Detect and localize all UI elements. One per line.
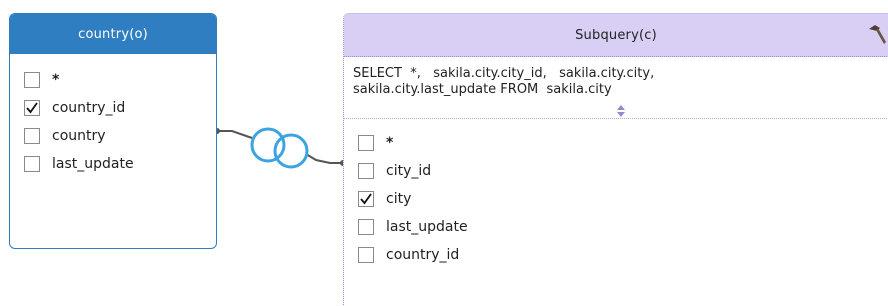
checkmark-icon [26, 102, 38, 114]
table-card-country[interactable]: country(o) * country_id country last_upd… [9, 13, 217, 249]
join-line[interactable] [217, 130, 253, 139]
sql-resize-separator[interactable] [344, 103, 888, 119]
join-line-right[interactable] [305, 153, 343, 164]
field-list: * country_id country last_update [10, 54, 216, 178]
field-label: * [386, 135, 394, 151]
field-label: city_id [386, 163, 432, 179]
field-label: country_id [52, 100, 126, 116]
subquery-field-list: * city_id city last_update country_id [344, 119, 888, 269]
field-row-city-id[interactable]: city_id [344, 157, 888, 185]
field-checkbox[interactable] [24, 128, 40, 144]
field-label: * [52, 72, 60, 88]
field-label: country [52, 128, 106, 144]
subquery-title: Subquery(c) [575, 27, 657, 43]
field-row-last-update[interactable]: last_update [10, 150, 216, 178]
field-row-star[interactable]: * [10, 66, 216, 94]
field-checkbox[interactable] [24, 72, 40, 88]
resize-handle-icon[interactable] [616, 104, 626, 118]
table-header[interactable]: country(o) [10, 14, 216, 54]
field-label: country_id [386, 247, 460, 263]
field-checkbox[interactable] [24, 156, 40, 172]
query-designer-canvas: country(o) * country_id country last_upd… [0, 0, 888, 306]
field-label: last_update [52, 156, 134, 172]
venn-overlap-icon[interactable] [250, 127, 309, 169]
checkmark-icon [360, 193, 372, 205]
field-row-country[interactable]: country [10, 122, 216, 150]
field-row-country-id[interactable]: country_id [10, 94, 216, 122]
field-row-city[interactable]: city [344, 185, 888, 213]
field-row-star[interactable]: * [344, 129, 888, 157]
field-checkbox-checked[interactable] [358, 191, 374, 207]
field-label: city [386, 191, 412, 207]
field-checkbox-checked[interactable] [24, 100, 40, 116]
field-checkbox[interactable] [358, 219, 374, 235]
field-row-country-id[interactable]: country_id [344, 241, 888, 269]
field-checkbox[interactable] [358, 163, 374, 179]
field-checkbox[interactable] [358, 135, 374, 151]
field-label: last_update [386, 219, 468, 235]
hammer-icon[interactable] [866, 23, 888, 45]
field-row-last-update[interactable]: last_update [344, 213, 888, 241]
subquery-card[interactable]: Subquery(c) SELECT *, sakila.city.city_i… [343, 13, 888, 306]
subquery-header[interactable]: Subquery(c) [344, 14, 888, 57]
table-title: country(o) [78, 26, 148, 42]
field-checkbox[interactable] [358, 247, 374, 263]
subquery-sql[interactable]: SELECT *, sakila.city.city_id, sakila.ci… [344, 57, 888, 103]
